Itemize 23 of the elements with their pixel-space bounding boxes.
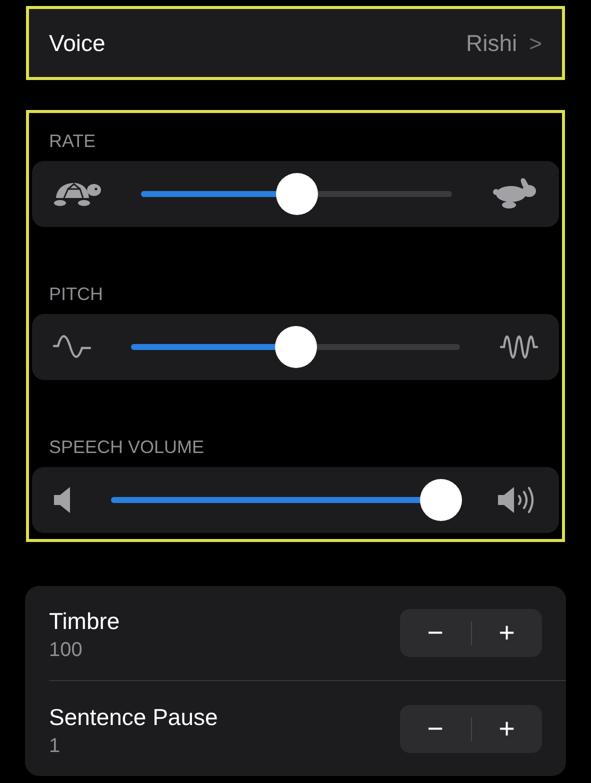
turtle-icon — [52, 180, 102, 208]
section-label: PITCH — [48, 283, 104, 305]
chevron-icon: > — [529, 26, 542, 60]
rabbit-icon — [491, 177, 539, 211]
speaker-icon — [52, 486, 72, 514]
setting-label: Sentence Pause — [49, 702, 218, 732]
slider-thumb[interactable] — [274, 326, 316, 368]
voice-row[interactable]: Voice Rishi > — [26, 6, 565, 80]
voice-value: Rishi — [466, 28, 518, 58]
slider-thumb[interactable] — [276, 173, 318, 215]
low-wave-icon — [52, 334, 92, 360]
section-label: RATE — [48, 130, 97, 152]
slider-thumb[interactable] — [420, 479, 462, 521]
high-wave-icon — [499, 334, 539, 360]
voice-label: Voice — [49, 28, 106, 58]
section-label: SPEECH VOLUME — [48, 436, 206, 458]
setting-value: 100 — [49, 638, 84, 663]
decrement-button[interactable]: − — [400, 704, 470, 752]
setting-value: 1 — [49, 734, 62, 758]
increment-button[interactable]: + — [472, 609, 542, 657]
decrement-button[interactable]: − — [400, 609, 470, 657]
increment-button[interactable]: + — [472, 704, 542, 752]
setting-label: Timbre — [49, 607, 120, 636]
